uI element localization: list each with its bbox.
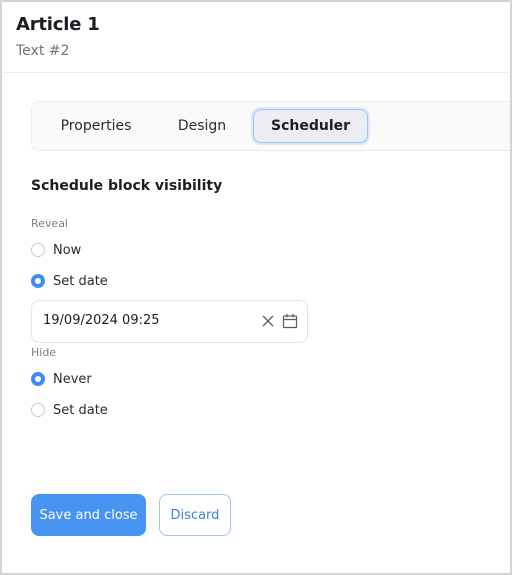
- page-subtitle: Text #2: [16, 43, 70, 59]
- radio-label: Set date: [53, 402, 108, 418]
- radio-checked-icon[interactable]: [31, 274, 45, 288]
- tab-scheduler[interactable]: Scheduler: [253, 109, 368, 143]
- reveal-set-date-radio[interactable]: Set date: [31, 271, 108, 291]
- save-and-close-button[interactable]: Save and close: [31, 494, 146, 536]
- radio-label: Now: [53, 242, 82, 258]
- tab-design[interactable]: Design: [162, 109, 242, 143]
- discard-button[interactable]: Discard: [159, 494, 231, 536]
- tab-properties[interactable]: Properties: [46, 109, 146, 143]
- reveal-label: Reveal: [31, 217, 68, 230]
- hide-set-date-radio[interactable]: Set date: [31, 400, 108, 420]
- section-title: Schedule block visibility: [31, 178, 223, 194]
- radio-unchecked-icon[interactable]: [31, 403, 45, 417]
- panel-header: Article 1 Text #2: [2, 2, 510, 73]
- radio-checked-icon[interactable]: [31, 372, 45, 386]
- scheduler-panel: Article 1 Text #2 Properties Design Sche…: [2, 2, 510, 573]
- tab-bar: Properties Design Scheduler: [31, 101, 510, 151]
- radio-label: Never: [53, 371, 92, 387]
- reveal-date-input[interactable]: 19/09/2024 09:25: [31, 300, 308, 343]
- radio-unchecked-icon[interactable]: [31, 243, 45, 257]
- reveal-now-radio[interactable]: Now: [31, 240, 81, 260]
- radio-label: Set date: [53, 273, 108, 289]
- date-value[interactable]: 19/09/2024 09:25: [43, 313, 160, 328]
- hide-never-radio[interactable]: Never: [31, 369, 92, 389]
- calendar-icon[interactable]: [282, 313, 298, 329]
- hide-label: Hide: [31, 346, 57, 359]
- close-icon[interactable]: [261, 314, 275, 328]
- page-title: Article 1: [16, 14, 100, 35]
